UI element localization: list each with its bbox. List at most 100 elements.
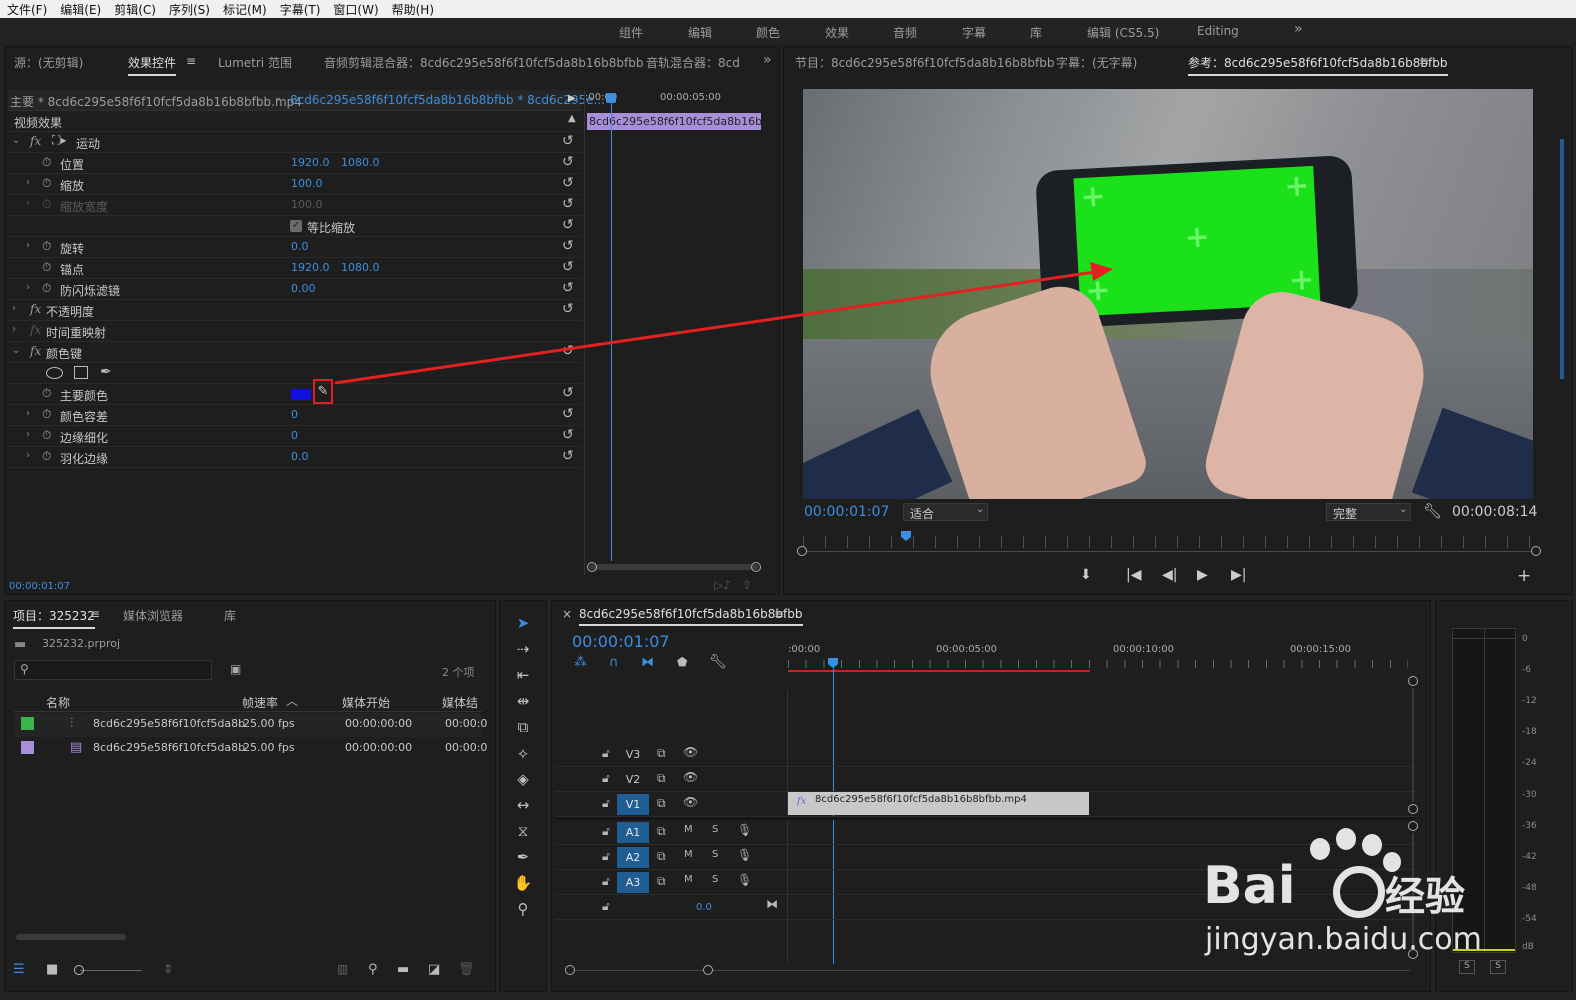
menu-edit[interactable]: 编辑(E) [53,1,107,18]
nest-icon[interactable]: ⁂ [574,655,587,670]
list-view-icon[interactable]: ☰ [13,962,25,977]
feather-value[interactable]: 0.0 [291,450,309,463]
tab-source[interactable]: 源：(无剪辑) [14,54,83,71]
program-video-frame[interactable]: + + + + + [803,89,1533,499]
master-volume-value[interactable]: 0.0 [696,902,712,913]
uniform-scale-checkbox[interactable]: ✓ [290,220,302,232]
sync-lock-icon[interactable]: ⧉ [657,824,666,839]
transform-icon[interactable]: ⛶▸ [52,133,66,148]
vscroll-handle-bottom[interactable] [1408,949,1418,959]
edge-thin-value[interactable]: 0 [291,429,298,442]
item-name[interactable]: 8cd6c295e58f6f10fcf5da8b [93,717,245,730]
effect-color-key[interactable]: ⌄ fx 颜色键 ↺ [8,342,582,363]
track-target-v3[interactable]: V3 [617,744,649,765]
workspace-effects[interactable]: 效果 [825,24,849,41]
pen-icon[interactable]: ✒ [513,848,533,866]
audio-vscrollbar[interactable] [1412,833,1414,947]
expand-chevron-icon[interactable]: › [26,429,30,440]
ellipse-mask-icon[interactable] [46,367,63,379]
workspace-editing-en[interactable]: Editing [1197,24,1239,38]
right-edge-scroll[interactable] [1560,139,1564,379]
lock-icon[interactable]: 🔓︎ [602,771,610,786]
zoom-tool-icon[interactable]: ⚲ [513,900,533,918]
lock-icon[interactable]: 🔓︎ [602,824,610,839]
scale-value[interactable]: 100.0 [291,177,323,190]
timeline-hscrollbar[interactable] [570,970,1410,971]
play-only-icon[interactable]: ▶ [568,93,576,104]
anchor-x-value[interactable]: 1920.0 [291,261,330,274]
expand-chevron-icon[interactable]: ⌄ [12,135,20,146]
key-color-swatch[interactable] [291,389,311,400]
label-color-swatch[interactable] [21,741,34,754]
reset-icon[interactable]: ↺ [562,301,574,317]
razor-tool-icon[interactable]: ⟡ [513,744,533,762]
column-media-end[interactable]: 媒体结 [442,694,482,711]
reset-icon[interactable]: ↺ [562,217,574,233]
panel-menu-icon[interactable]: ≡ [1419,54,1429,68]
menu-file[interactable]: 文件(F) [0,1,53,18]
stopwatch-icon[interactable]: ⏱ [42,428,51,443]
table-row[interactable]: ▤ 8cd6c295e58f6f10fcf5da8b 25.00 fps 00:… [14,737,487,761]
track-target-a1[interactable]: A1 [617,822,649,843]
position-y-value[interactable]: 1080.0 [341,156,380,169]
step-back-icon[interactable]: ◀| [1162,567,1177,583]
panel-menu-icon[interactable]: ≡ [90,607,100,621]
expand-chevron-icon[interactable]: › [26,282,30,293]
stopwatch-icon[interactable]: ⏱ [42,239,51,254]
solo-left-button[interactable]: S [1459,960,1475,974]
slide-tool-icon[interactable]: ↔ [513,796,533,814]
eye-icon[interactable]: 👁︎ [683,795,698,809]
video-vscrollbar[interactable] [1412,688,1414,802]
stopwatch-icon[interactable]: ⏱ [42,386,51,401]
master-clip-label[interactable]: 主要 * 8cd6c295e58f6f10fcf5da8b16b8bfbb.mp… [10,93,302,110]
scroll-up-icon[interactable]: ▲ [568,113,576,124]
selection-tool-icon[interactable]: ➤ [513,614,533,632]
microphone-icon[interactable]: 🎙︎ [737,848,752,862]
quality-dropdown[interactable]: 完整 ⌄ [1326,503,1411,521]
workspace-audio[interactable]: 音频 [893,24,917,41]
hand-tool-icon[interactable]: ✋ [513,874,533,892]
stopwatch-icon[interactable]: ⏱ [42,449,51,464]
icon-view-icon[interactable]: ■ [46,962,58,977]
tab-effect-controls[interactable]: 效果控件 [128,54,177,76]
rate-stretch-tool-icon[interactable]: ⧉ [513,718,533,736]
sequence-clip-label[interactable]: 8cd6c295e58f6f10fcf5da8b16b8bfbb * 8cd6c… [290,93,605,107]
lock-icon[interactable]: 🔓︎ [602,746,610,761]
wrench-icon[interactable]: 🔧︎ [1423,502,1442,520]
tab-media-browser[interactable]: 媒体浏览器 [123,607,183,624]
panel-menu-icon[interactable]: ≡ [774,607,784,621]
go-to-edit-icon[interactable]: ⧓ [766,897,778,911]
color-tolerance-value[interactable]: 0 [291,408,298,421]
solo-right-button[interactable]: S [1490,960,1506,974]
menu-title[interactable]: 字幕(T) [273,1,327,18]
reset-icon[interactable]: ↺ [562,175,574,191]
menu-clip[interactable]: 剪辑(C) [107,1,162,18]
tabs-overflow-icon[interactable]: » [763,52,772,68]
snap-icon[interactable]: ∩ [609,655,619,670]
play-icon[interactable]: ▶ [1197,567,1208,583]
fx-icon[interactable]: fx [30,302,41,316]
anchor-y-value[interactable]: 1080.0 [341,261,380,274]
column-fps[interactable]: 帧速率 [242,694,278,711]
chevron-down-icon[interactable]: ⌄ [274,92,282,103]
fx-icon[interactable]: fx [30,134,41,148]
reset-icon[interactable]: ↺ [562,238,574,254]
workspaces-more-icon[interactable]: » [1294,21,1303,37]
add-marker-icon[interactable]: ⬇︎ [1080,567,1092,583]
marker-icon[interactable]: ⬟ [677,655,687,669]
reset-icon[interactable]: ↺ [562,259,574,275]
microphone-icon[interactable]: 🎙︎ [737,823,752,837]
expand-chevron-icon[interactable]: › [26,450,30,461]
scrollbar-handle-left[interactable] [587,562,597,572]
vscroll-handle-bottom[interactable] [1408,804,1418,814]
track-select-tool-icon[interactable]: ⇢ [513,640,533,658]
table-row[interactable]: ⫶ 8cd6c295e58f6f10fcf5da8b 25.00 fps 00:… [14,713,487,737]
zoom-handle-right[interactable] [1531,546,1541,556]
lock-icon[interactable]: 🔓︎ [602,796,610,811]
sync-lock-icon[interactable]: ⧉ [657,796,666,811]
mute-button[interactable]: M [684,824,693,835]
fit-dropdown[interactable]: 适合 ⌄ [903,503,988,521]
linked-selection-icon[interactable]: ⧓ [641,655,654,670]
tab-program[interactable]: 节目：8cd6c295e58f6f10fcf5da8b16b8bfbb [795,54,1055,71]
expand-chevron-icon[interactable]: ⌄ [12,345,20,356]
